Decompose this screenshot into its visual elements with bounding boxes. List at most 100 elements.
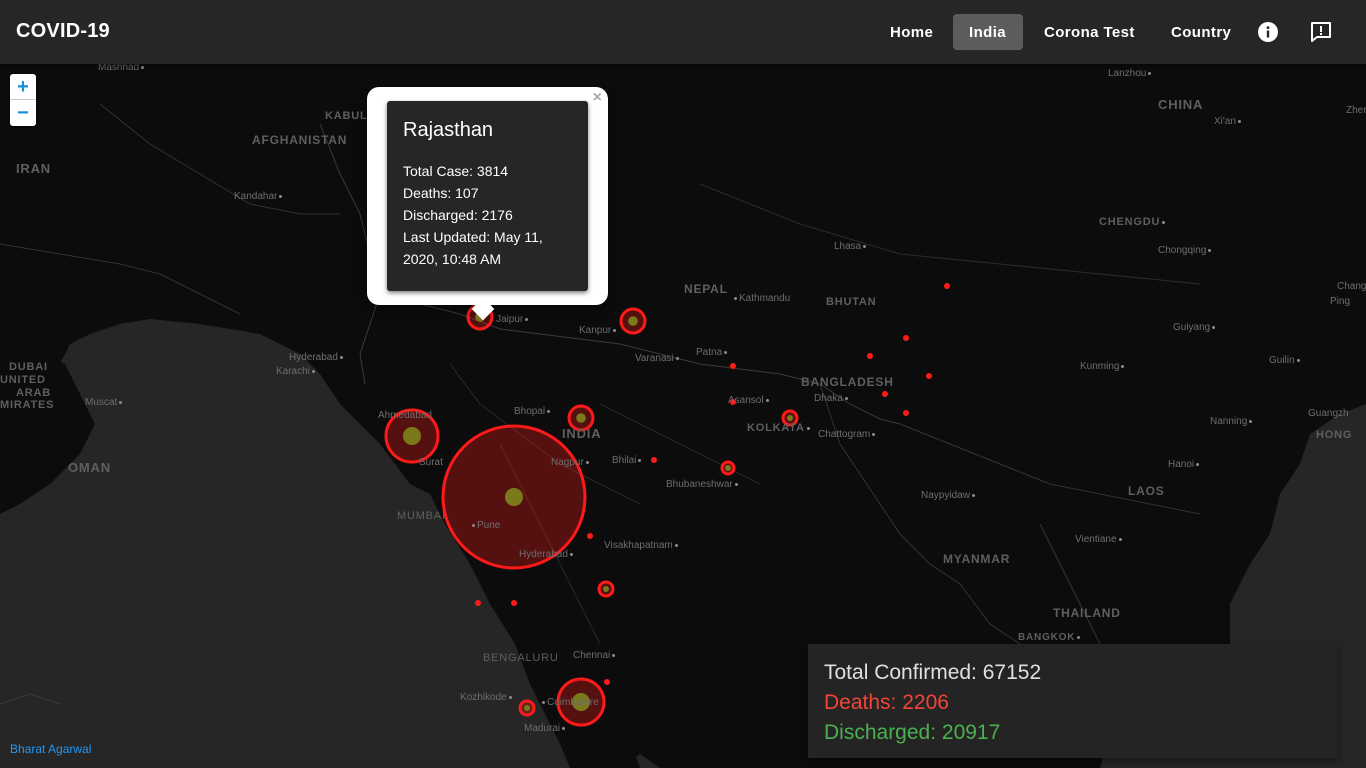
country-label: DUBAI — [9, 361, 48, 373]
nav-corona-test-button[interactable]: Corona Test — [1028, 14, 1151, 50]
case-marker-dot[interactable] — [944, 283, 950, 289]
city-label: Visakhapatnam — [604, 540, 680, 551]
city-label: Lanzhou — [1108, 68, 1153, 79]
country-label: INDIA — [562, 426, 602, 441]
city-label: Hyderabad — [289, 352, 345, 363]
zoom-in-button[interactable]: + — [10, 74, 36, 100]
country-label: LAOS — [1128, 484, 1165, 498]
city-label: Karachi — [276, 366, 317, 377]
popup-total-case: Total Case: 3814 — [403, 163, 509, 179]
case-marker-dot[interactable] — [926, 373, 932, 379]
info-icon[interactable] — [1254, 18, 1282, 46]
country-label: THAILAND — [1053, 606, 1121, 620]
city-label: Guiyang — [1173, 322, 1217, 333]
city-label: Guangzh — [1308, 408, 1349, 419]
state-popup: × Rajasthan Total Case: 3814 Deaths: 107… — [367, 87, 608, 321]
nav-india-button[interactable]: India — [953, 14, 1023, 50]
city-label: KABUL — [325, 110, 368, 122]
city-label: Guilin — [1269, 355, 1302, 366]
popup-close-button[interactable]: × — [593, 89, 602, 107]
country-label: OMAN — [68, 460, 111, 475]
country-label: MIRATES — [0, 399, 55, 411]
country-label: HONG — [1316, 429, 1353, 441]
country-label: UNITED — [0, 374, 46, 386]
app-bar: COVID-19 Home India Corona Test Country — [0, 0, 1366, 64]
zoom-out-button[interactable]: − — [10, 100, 36, 126]
city-label: Pune — [470, 520, 500, 531]
city-label: Ping — [1330, 296, 1351, 307]
summary-panel: Total Confirmed: 67152 Deaths: 2206 Disc… — [808, 644, 1338, 758]
case-marker[interactable] — [597, 580, 615, 598]
case-marker-dot[interactable] — [475, 600, 481, 606]
city-label: Varanasi — [635, 353, 681, 364]
case-marker-dot[interactable] — [867, 353, 873, 359]
popup-discharged: Discharged: 2176 — [403, 207, 513, 223]
city-label: Nagpur — [551, 457, 591, 468]
city-label: Coimbatore — [540, 697, 599, 708]
country-label: BANGLADESH — [801, 375, 894, 389]
city-label: Hyderabad — [519, 549, 575, 560]
author-credit-link[interactable]: Bharat Agarwal — [10, 742, 91, 756]
popup-last-updated: Last Updated: May 11, 2020, 10:48 AM — [403, 229, 543, 267]
case-marker[interactable] — [518, 699, 536, 717]
popup-deaths: Deaths: 107 — [403, 185, 479, 201]
city-label: Zheng — [1346, 105, 1366, 116]
case-marker[interactable] — [720, 460, 736, 476]
city-label: Patna — [696, 347, 729, 358]
nav-country-button[interactable]: Country — [1155, 14, 1247, 50]
case-marker-dot[interactable] — [651, 457, 657, 463]
city-label: Chennai — [573, 650, 617, 661]
city-label: Chongqing — [1158, 245, 1213, 256]
country-label: BHUTAN — [826, 296, 877, 308]
city-label: Muscat — [85, 397, 124, 408]
city-label: Madurai — [524, 723, 567, 734]
popup-title: Rajasthan — [403, 119, 494, 141]
city-label: CHENGDU — [1099, 216, 1167, 228]
total-deaths: Deaths: 2206 — [824, 691, 949, 714]
case-marker-dot[interactable] — [882, 391, 888, 397]
city-label: MUMBAI — [397, 510, 446, 522]
city-label: Kanpur — [579, 325, 618, 336]
city-label: Dhaka — [814, 393, 850, 404]
feedback-icon[interactable] — [1307, 18, 1335, 46]
city-label: BENGALURU — [483, 652, 559, 664]
city-label: Vientiane — [1075, 534, 1124, 545]
case-marker[interactable] — [619, 307, 647, 335]
case-marker-dot[interactable] — [730, 363, 736, 369]
popup-card: Rajasthan Total Case: 3814 Deaths: 107 D… — [387, 101, 588, 291]
case-marker-dot[interactable] — [604, 679, 610, 685]
case-marker-dot[interactable] — [903, 335, 909, 341]
city-label: Kunming — [1080, 361, 1126, 372]
city-label: Bhilai — [612, 455, 643, 466]
case-marker[interactable] — [441, 424, 587, 570]
city-label: Kozhikode — [460, 692, 514, 703]
country-label: MYANMAR — [943, 552, 1011, 566]
country-label: IRAN — [16, 161, 51, 176]
city-label: Changsh — [1337, 281, 1366, 292]
city-label: Bhopal — [514, 406, 552, 417]
city-label: Surat — [419, 457, 443, 468]
total-confirmed: Total Confirmed: 67152 — [824, 661, 1042, 684]
city-label: Jaipur — [496, 314, 530, 325]
country-label: NEPAL — [684, 282, 728, 296]
city-label: Kathmandu — [732, 293, 790, 304]
city-label: Kandahar — [234, 191, 284, 202]
country-label: AFGHANISTAN — [252, 133, 348, 147]
country-label: ARAB — [16, 387, 51, 399]
city-label: Ahmedabad — [378, 410, 432, 421]
case-marker-dot[interactable] — [587, 533, 593, 539]
case-marker-dot[interactable] — [511, 600, 517, 606]
map-view[interactable]: Mashhad AFGHANISTAN KABUL IRAN Kandahar … — [0, 64, 1366, 768]
city-label: Nanning — [1210, 416, 1254, 427]
app-title: COVID-19 — [16, 20, 110, 42]
city-label: Hanoi — [1168, 459, 1201, 470]
city-label: BANGKOK — [1018, 632, 1082, 643]
city-label: Asansol — [728, 395, 771, 406]
city-label: Bhubaneshwar — [666, 479, 740, 490]
total-discharged: Discharged: 20917 — [824, 721, 1001, 744]
city-label: KOLKATA — [747, 422, 812, 434]
nav-home-button[interactable]: Home — [874, 14, 949, 50]
case-marker-dot[interactable] — [903, 410, 909, 416]
city-label: Mashhad — [98, 64, 146, 73]
city-label: Lhasa — [834, 241, 868, 252]
